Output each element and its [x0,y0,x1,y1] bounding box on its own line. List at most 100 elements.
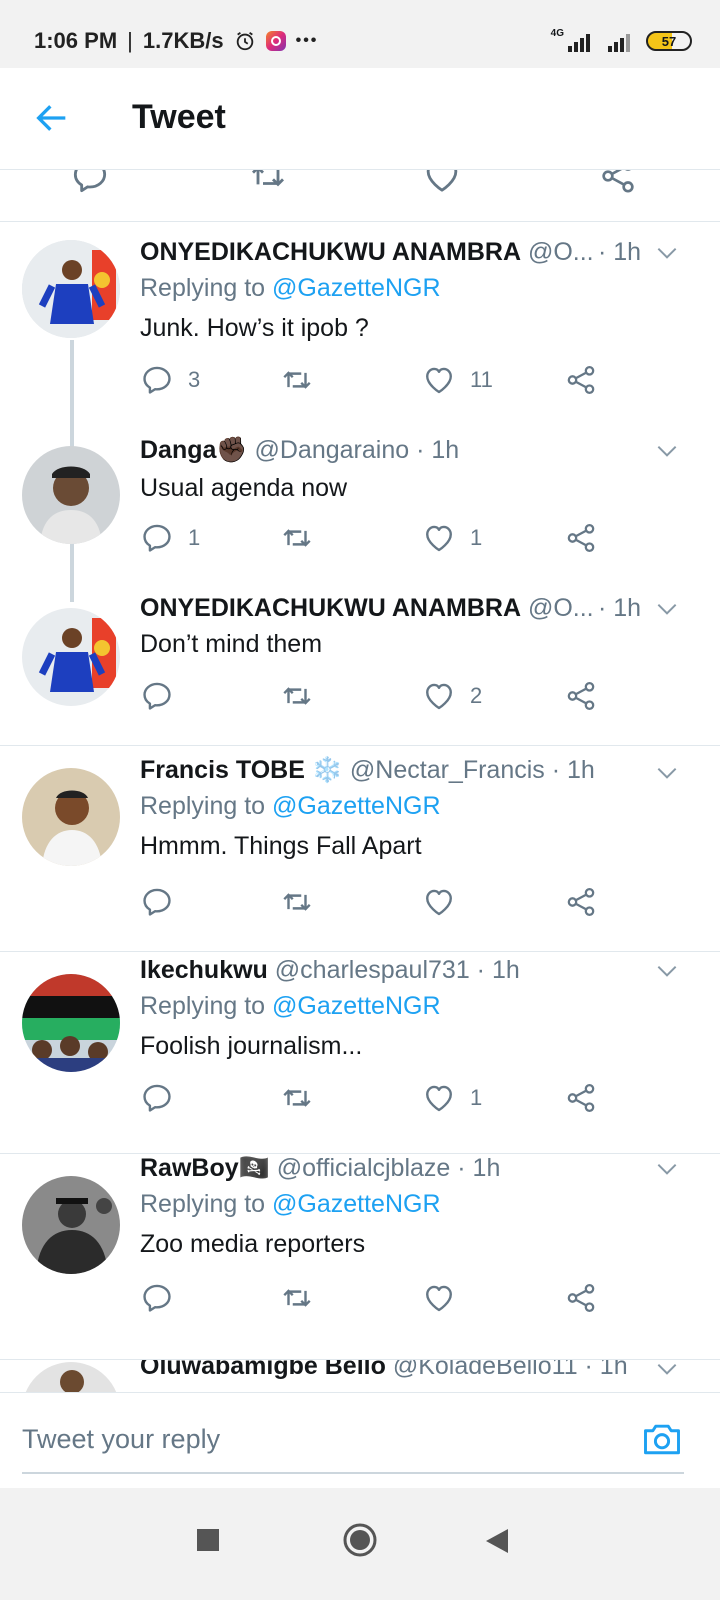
like-button[interactable] [422,884,456,920]
mention-link[interactable]: @GazetteNGR [272,274,440,302]
retweet-button[interactable] [280,1280,314,1316]
tweet-text: Hmmm. Things Fall Apart [140,832,422,860]
tweet-item[interactable]: ONYEDIKACHUKWU ANAMBRA @O... · 1h Don’t … [0,580,720,746]
back-arrow-icon[interactable] [32,98,72,138]
share-button[interactable] [564,884,598,920]
display-name[interactable]: Ikechukwu [140,956,268,984]
tweet-item[interactable]: ONYEDIKACHUKWU ANAMBRA @O... · 1h Replyi… [0,222,720,552]
like-icon [422,521,456,555]
user-handle[interactable]: @Nectar_Francis · 1h [350,756,595,784]
display-name[interactable]: Francis TOBE ❄️ [140,756,343,784]
signal-strength-icon [568,34,590,52]
tweet-text: Don’t mind them [140,630,323,658]
like-button[interactable]: 1 [422,520,482,556]
reply-bar [0,1392,720,1488]
mention-link[interactable]: @GazetteNGR [272,1190,440,1218]
reply-icon [140,1081,174,1115]
share-button[interactable] [564,1080,598,1116]
tweet-actions [140,1280,620,1316]
share-button[interactable] [564,520,598,556]
retweet-icon [280,521,314,555]
chevron-down-icon[interactable] [654,240,680,266]
share-button[interactable] [564,1280,598,1316]
reply-button[interactable] [140,1280,174,1316]
chevron-down-icon[interactable] [654,596,680,622]
reply-count: 1 [188,525,201,550]
display-name[interactable]: RawBoy🏴‍☠️ [140,1154,270,1182]
tweet-text: Usual agenda now [140,474,348,502]
display-name[interactable]: Oluwabamigbe Bello [140,1360,386,1380]
share-button[interactable] [564,678,598,714]
chevron-down-icon[interactable] [654,1156,680,1182]
share-icon[interactable] [598,170,638,196]
like-button[interactable]: 11 [422,362,493,398]
like-button[interactable] [422,1280,456,1316]
recents-square-icon[interactable] [196,1528,220,1552]
like-icon[interactable] [422,170,462,196]
tweet-item[interactable]: Francis TOBE ❄️ @Nectar_Francis · 1h Rep… [0,746,720,952]
avatar[interactable] [22,768,120,866]
reply-button[interactable]: 3 [140,362,200,398]
avatar[interactable] [22,1362,120,1392]
avatar[interactable] [22,608,120,706]
retweet-button[interactable] [280,520,314,556]
reply-input[interactable] [22,1413,622,1465]
user-handle[interactable]: @O... [528,238,594,266]
display-name[interactable]: ONYEDIKACHUKWU ANAMBRA [140,594,521,622]
chevron-down-icon[interactable] [654,760,680,786]
network-speed: 1.7KB/s [142,28,224,53]
chevron-down-icon[interactable] [654,1360,680,1382]
avatar[interactable] [22,974,120,1072]
tweet-actions: 1 [140,1080,620,1116]
reply-button[interactable] [140,1080,174,1116]
home-circle-icon[interactable] [342,1522,378,1558]
user-handle[interactable]: @charlespaul731 · 1h [275,956,520,984]
display-name[interactable]: Danga✊🏿 [140,436,248,464]
replying-prefix: Replying to [140,1190,273,1218]
user-handle[interactable]: @Dangaraino · 1h [255,436,460,464]
like-button[interactable]: 1 [422,1080,482,1116]
avatar[interactable] [22,240,120,338]
tweet-header: Oluwabamigbe Bello @KoladeBello11 · 1h [140,1360,650,1381]
chevron-down-icon[interactable] [654,438,680,464]
display-name[interactable]: ONYEDIKACHUKWU ANAMBRA [140,238,521,266]
like-count: 11 [470,367,493,392]
share-button[interactable] [564,362,598,398]
avatar[interactable] [22,1176,120,1274]
retweet-button[interactable] [280,362,314,398]
tweet-item[interactable]: Oluwabamigbe Bello @KoladeBello11 · 1h [0,1360,720,1392]
replying-to: Replying to @GazetteNGR [140,274,441,303]
retweet-button[interactable] [280,1080,314,1116]
like-icon [422,679,456,713]
share-icon [564,885,598,919]
mention-link[interactable]: @GazetteNGR [272,792,440,820]
retweet-button[interactable] [280,884,314,920]
tweet-item[interactable]: Danga✊🏿 @Dangaraino · 1h Usual agenda no… [0,420,720,602]
retweet-button[interactable] [280,678,314,714]
tweet-header: Francis TOBE ❄️ @Nectar_Francis · 1h [140,756,650,785]
tweet-item[interactable]: RawBoy🏴‍☠️ @officialcjblaze · 1h Replyin… [0,1154,720,1360]
tweet-header: ONYEDIKACHUKWU ANAMBRA @O... [140,238,650,267]
camera-icon[interactable] [640,1417,684,1461]
back-triangle-icon[interactable] [484,1528,510,1554]
user-handle[interactable]: @KoladeBello11 · 1h [393,1360,628,1380]
user-handle[interactable]: @O... [528,594,594,622]
reply-button[interactable] [140,678,174,714]
reply-icon[interactable] [70,170,110,196]
tweet-item[interactable]: Ikechukwu @charlespaul731 · 1h Replying … [0,952,720,1154]
avatar[interactable] [22,446,120,544]
reply-icon [140,1281,174,1315]
reply-count: 3 [188,367,201,392]
tweet-time: · 1h [598,238,642,266]
chevron-down-icon[interactable] [654,958,680,984]
retweet-icon[interactable] [248,170,288,196]
reply-button[interactable] [140,884,174,920]
replying-prefix: Replying to [140,274,273,302]
reply-button[interactable]: 1 [140,520,200,556]
user-handle[interactable]: @officialcjblaze · 1h [277,1154,501,1182]
mention-link[interactable]: @GazetteNGR [272,992,440,1020]
like-button[interactable]: 2 [422,678,482,714]
retweet-icon [280,363,314,397]
tweet-actions: 1 1 [140,520,620,556]
retweet-icon [280,885,314,919]
